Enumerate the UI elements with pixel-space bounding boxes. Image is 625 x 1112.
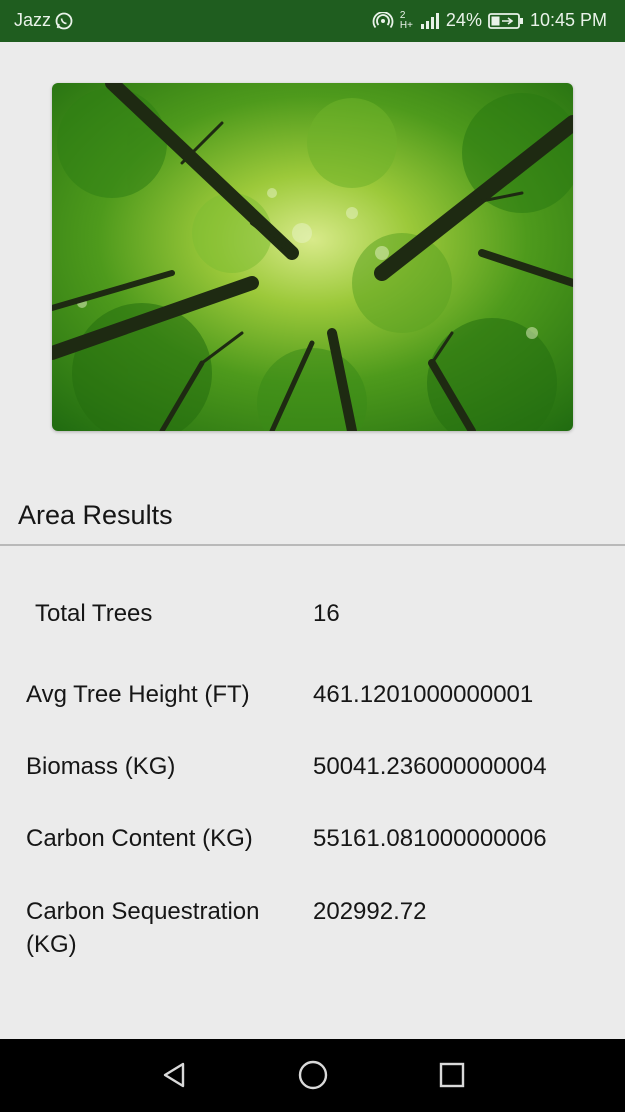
divider: [0, 544, 625, 546]
result-value: 50041.236000000004: [313, 753, 547, 780]
result-value: 202992.72: [313, 898, 427, 925]
navigation-bar: [0, 1039, 625, 1112]
forest-canopy-image: [52, 83, 573, 431]
network-type-label: 2 H+: [399, 9, 413, 31]
result-value: 461.1201000000001: [313, 681, 534, 708]
home-button[interactable]: [295, 1057, 331, 1093]
result-label: Total Trees: [35, 600, 153, 627]
battery-percent: 24%: [445, 10, 482, 30]
clock: 10:45 PM: [529, 10, 607, 30]
home-icon: [298, 1060, 328, 1090]
status-bar: Jazz 2 H+ 24% 10:45 PM: [0, 0, 625, 42]
recents-button[interactable]: [434, 1057, 470, 1093]
status-right: 2 H+ 24% 10:45 PM: [372, 10, 607, 31]
result-label: Biomass (KG): [26, 753, 176, 780]
result-value: 55161.081000000006: [313, 825, 547, 852]
result-label: Carbon Sequestration (KG): [26, 898, 260, 958]
hotspot-icon: [372, 11, 394, 30]
recents-icon: [439, 1062, 465, 1088]
result-value: 16: [313, 600, 340, 627]
back-button[interactable]: [156, 1057, 192, 1093]
battery-charging-icon: [488, 12, 524, 30]
signal-icon: [420, 12, 440, 30]
status-left: Jazz: [14, 10, 73, 31]
carrier-name: Jazz: [14, 10, 52, 30]
whatsapp-icon: [55, 12, 73, 30]
back-icon: [163, 1062, 185, 1088]
result-label: Avg Tree Height (FT): [26, 681, 250, 708]
section-title: Area Results: [18, 500, 173, 530]
result-label: Carbon Content (KG): [26, 825, 253, 852]
